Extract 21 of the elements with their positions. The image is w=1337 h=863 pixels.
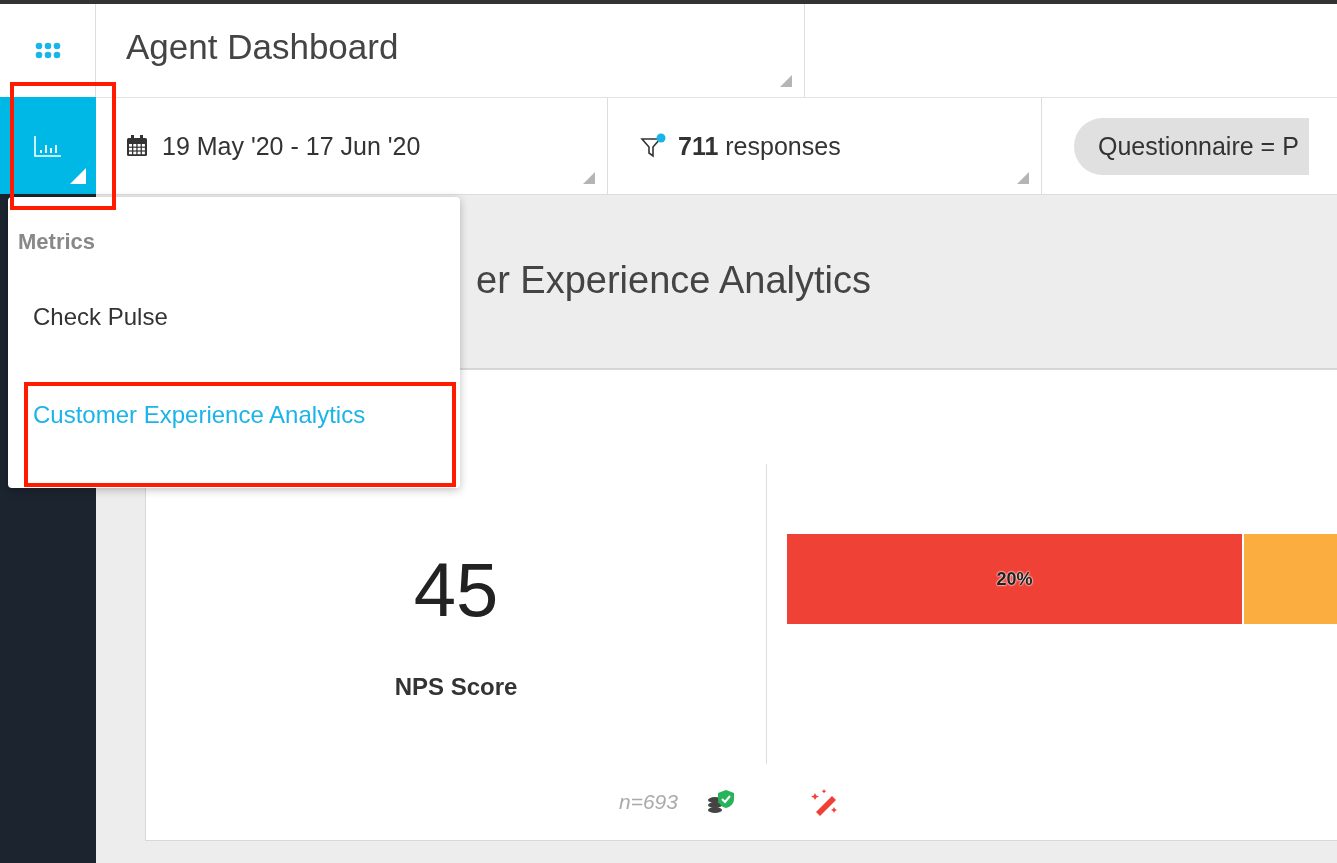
nps-score-value: 45 <box>413 546 499 633</box>
menu-item[interactable]: Check Pulse <box>33 303 168 331</box>
filter-pill[interactable]: Questionnaire = P <box>1074 117 1309 175</box>
metrics-button[interactable] <box>0 97 96 194</box>
verified-database-icon[interactable] <box>706 789 736 815</box>
resize-corner-icon <box>1017 172 1029 184</box>
sample-size: n=693 <box>619 790 678 814</box>
date-range-selector[interactable]: 19 May '20 - 17 Jun '20 <box>96 98 608 194</box>
corner-triangle-icon <box>70 168 86 184</box>
responses-filter[interactable]: 711 responses <box>608 98 1042 194</box>
bar-chart-icon <box>34 134 62 157</box>
dashboard-title[interactable]: Agent Dashboard <box>126 26 399 67</box>
nps-score-label: NPS Score <box>394 673 518 701</box>
section-title: er Experience Analytics <box>476 259 871 302</box>
resize-corner-icon <box>780 75 792 87</box>
calendar-icon <box>126 135 148 157</box>
resize-corner-icon <box>583 172 595 184</box>
menu-heading: Metrics <box>18 229 96 255</box>
bar-segment: 20% <box>787 534 1242 624</box>
filter-icon <box>640 133 668 159</box>
apps-grid-icon[interactable] <box>34 41 61 60</box>
